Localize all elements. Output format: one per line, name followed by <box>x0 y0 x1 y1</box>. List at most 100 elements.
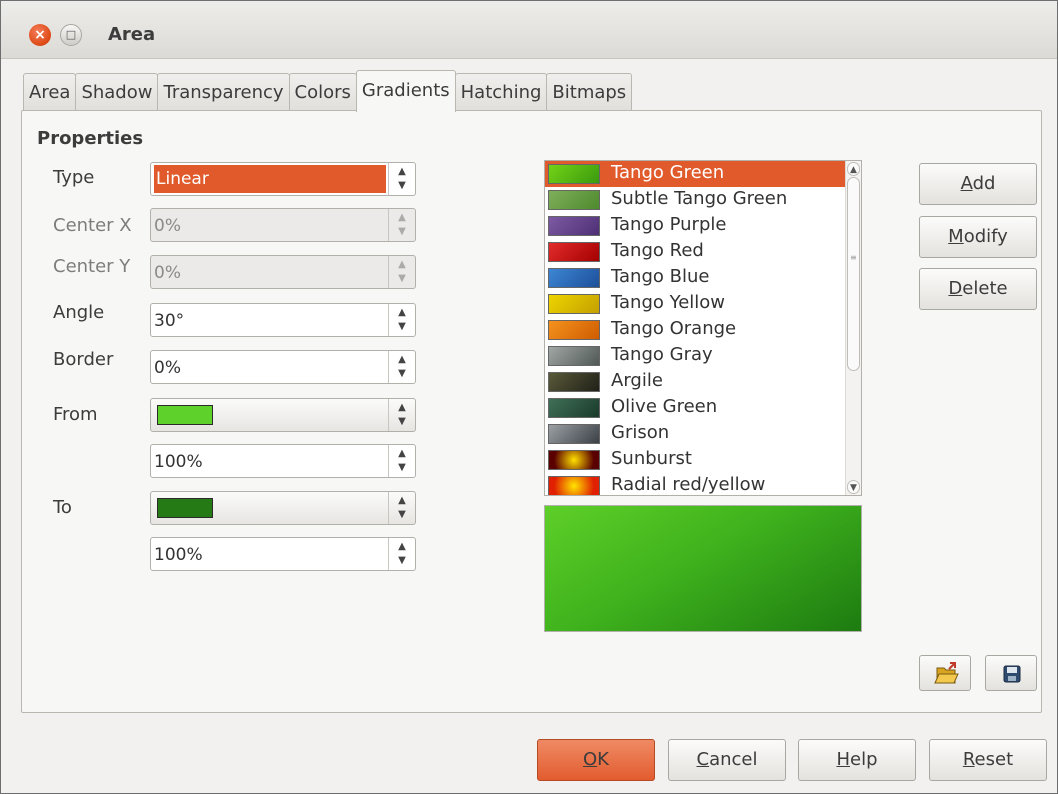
ok-button[interactable]: OK <box>537 739 655 781</box>
gradient-list-item[interactable]: Tango Green <box>545 161 845 187</box>
gradient-name: Subtle Tango Green <box>611 188 788 209</box>
center-y-label: Center Y <box>53 256 131 277</box>
reset-label-rest: eset <box>974 749 1014 770</box>
to-color-select[interactable]: ▲ ▼ <box>150 491 416 525</box>
gradient-list[interactable]: ▲ ≡ ▼ Tango Green Subtle Tango Green Tango… <box>544 160 862 496</box>
type-select-arrows-icon[interactable]: ▲ ▼ <box>388 163 415 195</box>
gradient-name: Tango Orange <box>611 318 737 339</box>
gradient-name: Tango Gray <box>611 344 713 365</box>
save-disk-icon <box>1003 665 1021 683</box>
to-intensity-value: 100% <box>154 545 203 565</box>
gradient-name: Tango Green <box>611 162 725 183</box>
type-label: Type <box>53 167 95 188</box>
type-value: Linear <box>154 165 386 193</box>
to-intensity-spin-icon[interactable]: ▲ ▼ <box>388 538 415 570</box>
from-color-arrows-icon[interactable]: ▲ ▼ <box>388 399 415 431</box>
gradient-list-item[interactable]: Grison <box>545 421 845 447</box>
to-intensity-field[interactable]: 100% ▲ ▼ <box>150 537 416 571</box>
gradient-list-item[interactable]: Argile <box>545 369 845 395</box>
center-x-field[interactable]: 0% ▲ ▼ <box>150 208 416 242</box>
gradient-name: Tango Red <box>611 240 704 261</box>
center-y-value: 0% <box>154 263 181 283</box>
center-x-value: 0% <box>154 216 181 236</box>
to-color-arrows-icon[interactable]: ▲ ▼ <box>388 492 415 524</box>
tab-shadow[interactable]: Shadow <box>75 73 159 111</box>
center-y-field[interactable]: 0% ▲ ▼ <box>150 255 416 289</box>
open-folder-icon <box>934 662 959 684</box>
border-value: 0% <box>154 358 181 378</box>
gradient-list-item[interactable]: Tango Red <box>545 239 845 265</box>
gradient-list-item[interactable]: Tango Orange <box>545 317 845 343</box>
add-button[interactable]: Add <box>919 163 1037 205</box>
border-field[interactable]: 0% ▲ ▼ <box>150 350 416 384</box>
gradient-name: Tango Yellow <box>611 292 726 313</box>
border-spin-icon[interactable]: ▲ ▼ <box>388 351 415 383</box>
reset-button[interactable]: Reset <box>929 739 1047 781</box>
from-intensity-spin-icon[interactable]: ▲ ▼ <box>388 445 415 477</box>
scroll-up-icon[interactable]: ▲ <box>847 162 860 176</box>
gradient-list-item[interactable]: Tango Blue <box>545 265 845 291</box>
maximize-icon[interactable]: □ <box>60 24 82 46</box>
scroll-down-icon[interactable]: ▼ <box>847 480 860 494</box>
tab-colors[interactable]: Colors <box>288 73 357 111</box>
cancel-button[interactable]: Cancel <box>668 739 786 781</box>
center-y-spin-icon[interactable]: ▲ ▼ <box>388 256 415 288</box>
ok-accel: O <box>583 749 598 770</box>
gradient-swatch <box>548 346 600 366</box>
gradient-preview <box>544 505 862 632</box>
tab-area[interactable]: Area <box>23 73 77 111</box>
to-color-swatch <box>157 498 213 518</box>
gradient-list-item[interactable]: Subtle Tango Green <box>545 187 845 213</box>
load-gradients-button[interactable] <box>919 655 971 691</box>
modify-accel: M <box>948 226 964 247</box>
center-x-spin-icon[interactable]: ▲ ▼ <box>388 209 415 241</box>
gradient-swatch <box>548 242 600 262</box>
gradient-list-item[interactable]: Radial red/yellow <box>545 473 845 495</box>
gradient-list-item[interactable]: Tango Purple <box>545 213 845 239</box>
gradient-list-scrollbar[interactable]: ▲ ≡ ▼ <box>845 161 861 495</box>
from-intensity-field[interactable]: 100% ▲ ▼ <box>150 444 416 478</box>
tab-bar: Area Shadow Transparency Colors Gradient… <box>23 70 633 112</box>
tab-gradients[interactable]: Gradients <box>355 70 456 112</box>
ok-label-rest: K <box>597 749 609 770</box>
gradient-name: Grison <box>611 422 670 443</box>
help-label-rest: elp <box>850 749 878 770</box>
tab-bitmaps[interactable]: Bitmaps <box>546 73 633 111</box>
tab-transparency[interactable]: Transparency <box>157 73 290 111</box>
modify-button[interactable]: Modify <box>919 216 1037 258</box>
help-accel: H <box>836 749 851 770</box>
angle-spin-icon[interactable]: ▲ ▼ <box>388 304 415 336</box>
close-icon[interactable]: × <box>29 24 51 46</box>
scroll-thumb[interactable] <box>847 177 860 371</box>
gradient-swatch <box>548 268 600 288</box>
type-select[interactable]: Linear ▲ ▼ <box>150 162 416 196</box>
gradient-swatch <box>548 164 600 184</box>
gradient-swatch <box>548 294 600 314</box>
gradient-list-item[interactable]: Sunburst <box>545 447 845 473</box>
from-intensity-value: 100% <box>154 452 203 472</box>
save-gradients-button[interactable] <box>985 655 1037 691</box>
gradient-name: Tango Blue <box>611 266 710 287</box>
add-accel: A <box>960 173 973 194</box>
cancel-accel: C <box>696 749 710 770</box>
tab-hatching[interactable]: Hatching <box>454 73 548 111</box>
properties-heading: Properties <box>37 128 144 149</box>
title-bar: × □ Area <box>1 1 1057 59</box>
from-color-select[interactable]: ▲ ▼ <box>150 398 416 432</box>
angle-field[interactable]: 30° ▲ ▼ <box>150 303 416 337</box>
gradient-swatch <box>548 190 600 210</box>
from-color-swatch <box>157 405 213 425</box>
gradient-list-item[interactable]: Tango Gray <box>545 343 845 369</box>
cancel-label-rest: ancel <box>709 749 758 770</box>
gradient-swatch <box>548 476 600 495</box>
border-label: Border <box>53 349 114 370</box>
gradient-swatch <box>548 450 600 470</box>
delete-button[interactable]: Delete <box>919 268 1037 310</box>
window-title: Area <box>108 24 156 45</box>
add-label-rest: dd <box>972 173 996 194</box>
reset-accel: R <box>962 749 975 770</box>
gradient-list-item[interactable]: Tango Yellow <box>545 291 845 317</box>
gradient-list-item[interactable]: Olive Green <box>545 395 845 421</box>
delete-accel: D <box>948 278 963 299</box>
help-button[interactable]: Help <box>798 739 916 781</box>
